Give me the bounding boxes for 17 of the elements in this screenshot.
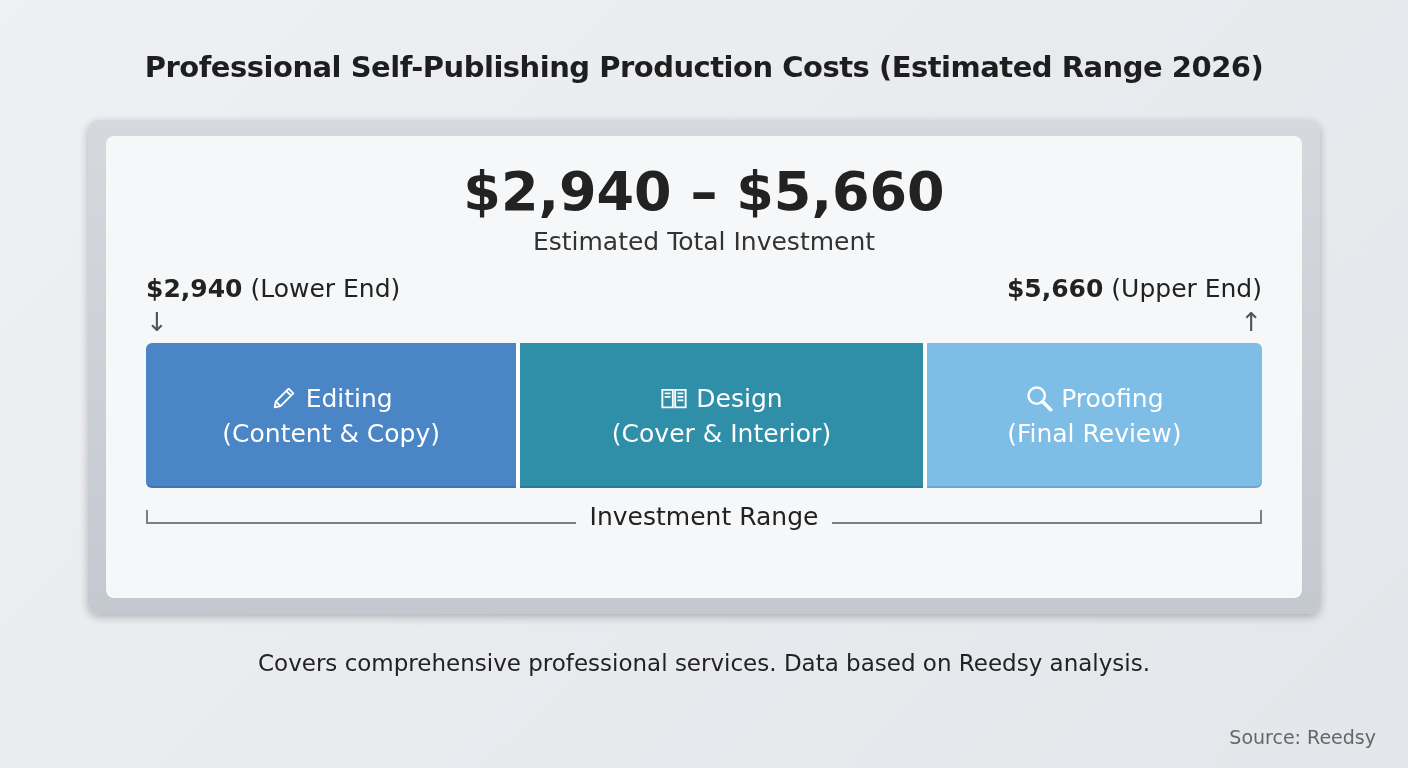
- lower-end-label: $2,940 (Lower End): [146, 274, 401, 304]
- total-range: $2,940 – $5,660: [463, 162, 945, 222]
- segment-name: Proofing: [1061, 382, 1164, 415]
- segment-name: Editing: [305, 382, 393, 415]
- footnote: Covers comprehensive professional services. Data based on Reedsy analysis.: [258, 650, 1150, 676]
- source-label: Source: Reedsy: [1229, 726, 1376, 748]
- segment-detail: (Content & Copy): [222, 417, 441, 450]
- chart-title: Professional Self-Publishing Production Costs (Estimated Range 2026): [144, 50, 1264, 84]
- upper-end-label: $5,660 (Upper End): [1006, 274, 1262, 304]
- up-arrow-icon: ↑: [1240, 309, 1262, 336]
- segment-detail: (Cover & Interior): [611, 417, 832, 450]
- segment-name: Design: [696, 382, 783, 415]
- search-icon: [1025, 384, 1054, 413]
- segment-detail: (Final Review): [1007, 417, 1182, 450]
- down-arrow-icon: ↓: [146, 309, 168, 336]
- range-label: Investment Range: [589, 502, 819, 532]
- total-caption: Estimated Total Investment: [532, 227, 876, 257]
